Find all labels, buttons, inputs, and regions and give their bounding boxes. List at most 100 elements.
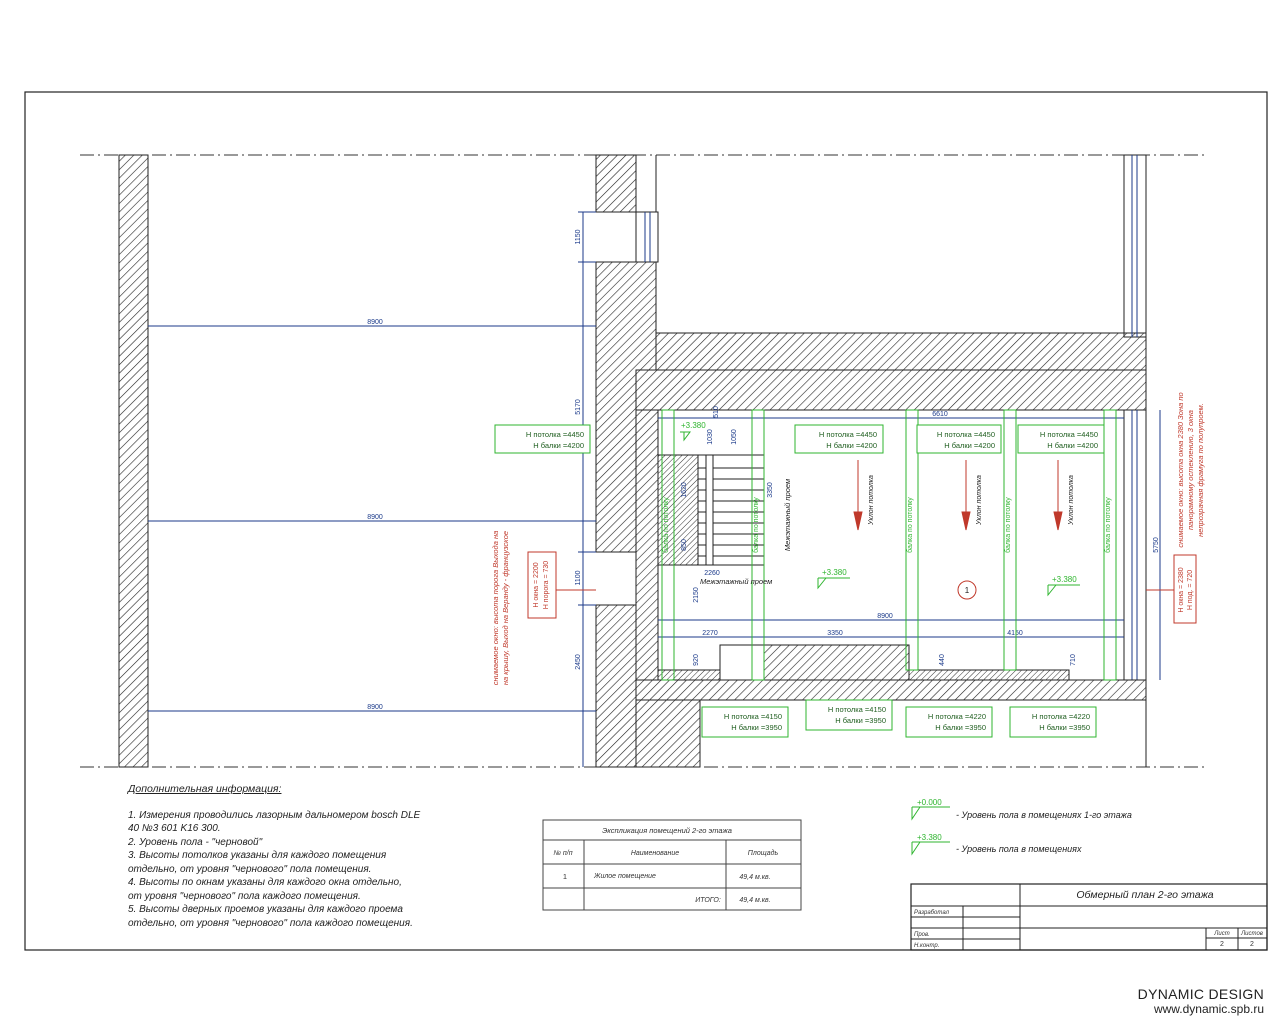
wall-room-right — [1123, 154, 1147, 338]
ceiling-tag: Н потолка =4450 Н балки =4200 — [1017, 424, 1105, 454]
ceiling-tag: Н потолка =4220 Н балки =3950 — [1009, 706, 1097, 738]
opening-label-2: Межэтажный проем — [700, 577, 772, 586]
level-mark-1: +3.380 — [681, 421, 706, 430]
note-line: 4. Высоты по окнам указаны для каждого о… — [128, 877, 402, 888]
window-right-h1: Н окна = 2380 — [1178, 567, 1185, 612]
ceiling-height: Н потолка =4150 — [828, 705, 886, 714]
additional-info-title: Дополнительная информация: — [128, 783, 282, 795]
window-right-note2: панорамному остеклению, 3 окна — [1186, 410, 1195, 530]
wall-room-left — [635, 409, 659, 701]
legend-mark-1: +0.000 — [917, 798, 942, 807]
explication-c1: 1 — [563, 872, 567, 881]
level-mark-3: +3.380 — [1052, 575, 1077, 584]
legend-text-1: - Уровень пола в помещениях 1-го этажа — [956, 810, 1132, 820]
ceiling-height: Н потолка =4450 — [819, 430, 877, 439]
dim-stair-4: 920 — [693, 654, 700, 666]
window-right-h2: Н под. = 720 — [1187, 570, 1194, 610]
wall-room-bottom — [635, 679, 1147, 701]
note-line: 5. Высоты дверных проемов указаны для ка… — [128, 904, 403, 915]
dim-vert-1: 1150 — [575, 229, 582, 244]
wall-room-bottom-block — [763, 644, 910, 681]
ceiling-height: Н потолка =4450 — [937, 430, 995, 439]
beam-height: Н балки =4200 — [533, 441, 584, 450]
dim-seg-2: 3350 — [827, 630, 843, 637]
dim-room-top: 6610 — [932, 411, 948, 418]
explication-table: Экспликация помещений 2-го этажа № п/п Н… — [542, 819, 802, 911]
dim-vert-3: 1100 — [575, 570, 582, 585]
dim-stair-8: 850 — [681, 539, 688, 551]
dim-room-bottom: 8900 — [877, 613, 893, 620]
note-line: 2. Уровень пола - "черновой" — [128, 836, 263, 848]
note-line: отдельно, от уровня "чернового" пола пом… — [128, 863, 372, 875]
ceiling-tag: Н потолка =4150 Н балки =3950 — [701, 706, 789, 738]
stamp-sheets-label: Листов — [1240, 931, 1263, 937]
ceiling-height: Н потолка =4220 — [1032, 712, 1090, 721]
legend: +0.000 - Уровень пола в помещениях 1-го … — [911, 798, 1132, 856]
stamp-sheet-label: Лист — [1213, 931, 1229, 937]
slope-label-2: Уклон потолка — [976, 475, 983, 526]
dim-stair-10: 710 — [1070, 654, 1077, 666]
beam-height: Н балки =3950 — [1039, 723, 1090, 732]
dim-vert-4: 2450 — [575, 654, 582, 670]
brand-url[interactable]: www.dynamic.spb.ru — [1138, 1002, 1264, 1016]
beam-label-5: балка по потолку — [752, 497, 760, 553]
explication-total-label: ИТОГО: — [695, 897, 721, 904]
legend-mark-2: +3.380 — [917, 833, 942, 842]
stamp-role-3: Н.контр. — [914, 943, 939, 949]
explication-h2: Наименование — [631, 850, 679, 857]
beam-height: Н балки =4200 — [1047, 441, 1098, 450]
stamp-role-2: Пров. — [914, 932, 930, 938]
ceiling-tag: Н потолка =4450 Н балки =4200 — [794, 424, 884, 454]
door-left-note2: на крышу, Выход на Веранду - французское — [501, 531, 510, 685]
legend-text-2: - Уровень пола в помещениях — [956, 844, 1082, 854]
dim-stair-7: 510 — [713, 406, 720, 418]
explication-c3: 49,4 м.кв. — [739, 874, 770, 881]
note-line: 3. Высоты потолков указаны для каждого п… — [128, 850, 387, 861]
dim-stair-6: 1030 — [707, 429, 714, 445]
wall-middle-lower — [595, 604, 637, 768]
explication-h1: № п/п — [553, 850, 572, 857]
level-mark-2: +3.380 — [822, 568, 847, 577]
wall-middle-upper — [595, 154, 637, 213]
slope-arrows — [853, 460, 1063, 531]
dim-seg-1: 2270 — [702, 630, 718, 637]
brand-block: DYNAMIC DESIGN www.dynamic.spb.ru — [1138, 986, 1264, 1016]
explication-title: Экспликация помещений 2-го этажа — [602, 826, 732, 835]
beam-height: Н балки =4200 — [944, 441, 995, 450]
dim-room-right: 5750 — [1153, 537, 1160, 553]
ceiling-height: Н потолка =4450 — [526, 430, 584, 439]
note-line: отдельно, от уровня "чернового" пола каж… — [128, 917, 413, 929]
beam-label-2: балка по потолку — [906, 497, 914, 553]
dim-stair-9: 440 — [939, 654, 946, 666]
stamp-sheets: 2 — [1250, 941, 1254, 948]
slope-label-1: Уклон потолка — [868, 475, 875, 526]
title-block: Обмерный план 2-го этажа Разработал Пров… — [910, 883, 1268, 951]
door-left-h1: Н окна = 2200 — [533, 562, 540, 607]
note-line: от уровня "чернового" пола каждого помещ… — [128, 890, 361, 902]
ceiling-height: Н потолка =4220 — [928, 712, 986, 721]
dim-stair-1: 2260 — [704, 570, 720, 577]
level-marks — [680, 431, 1080, 597]
window-right-note1: снимаемое окно: высота окна 2380 Зона по — [1176, 392, 1185, 547]
wall-middle-step — [635, 699, 701, 768]
note-line: 1. Измерения проводились лазорным дально… — [128, 809, 421, 821]
ceiling-height: Н потолка =4450 — [1040, 430, 1098, 439]
wall-room-top-inner — [635, 369, 1147, 411]
slope-label-3: Уклон потолка — [1068, 475, 1075, 526]
dim-stair-2: 3350 — [767, 482, 774, 498]
beam-height: Н балки =4200 — [826, 441, 877, 450]
additional-info: Дополнительная информация: 1. Измерения … — [128, 783, 468, 930]
beam-height: Н балки =3950 — [731, 723, 782, 732]
dim-stair-5: 1620 — [681, 482, 688, 498]
beam-label-3: балка по потолку — [1004, 497, 1012, 553]
ceiling-height: Н потолка =4150 — [724, 712, 782, 721]
stamp-sheet: 2 — [1220, 941, 1224, 948]
stamp-title: Обмерный план 2-го этажа — [1076, 889, 1213, 901]
door-left-note1: снимаемое окно: высота порога Выхода на — [491, 531, 500, 686]
door-left-h2: Н порога = 730 — [543, 561, 550, 610]
wall-room-top — [655, 332, 1147, 371]
explication-total-value: 49,4 м.кв. — [739, 897, 770, 904]
room-number: 1 — [965, 586, 970, 595]
window-right-note3: непрозрачная фрамуга по полупроем. — [1196, 403, 1205, 537]
explication-c2: Жилое помещение — [593, 873, 656, 880]
